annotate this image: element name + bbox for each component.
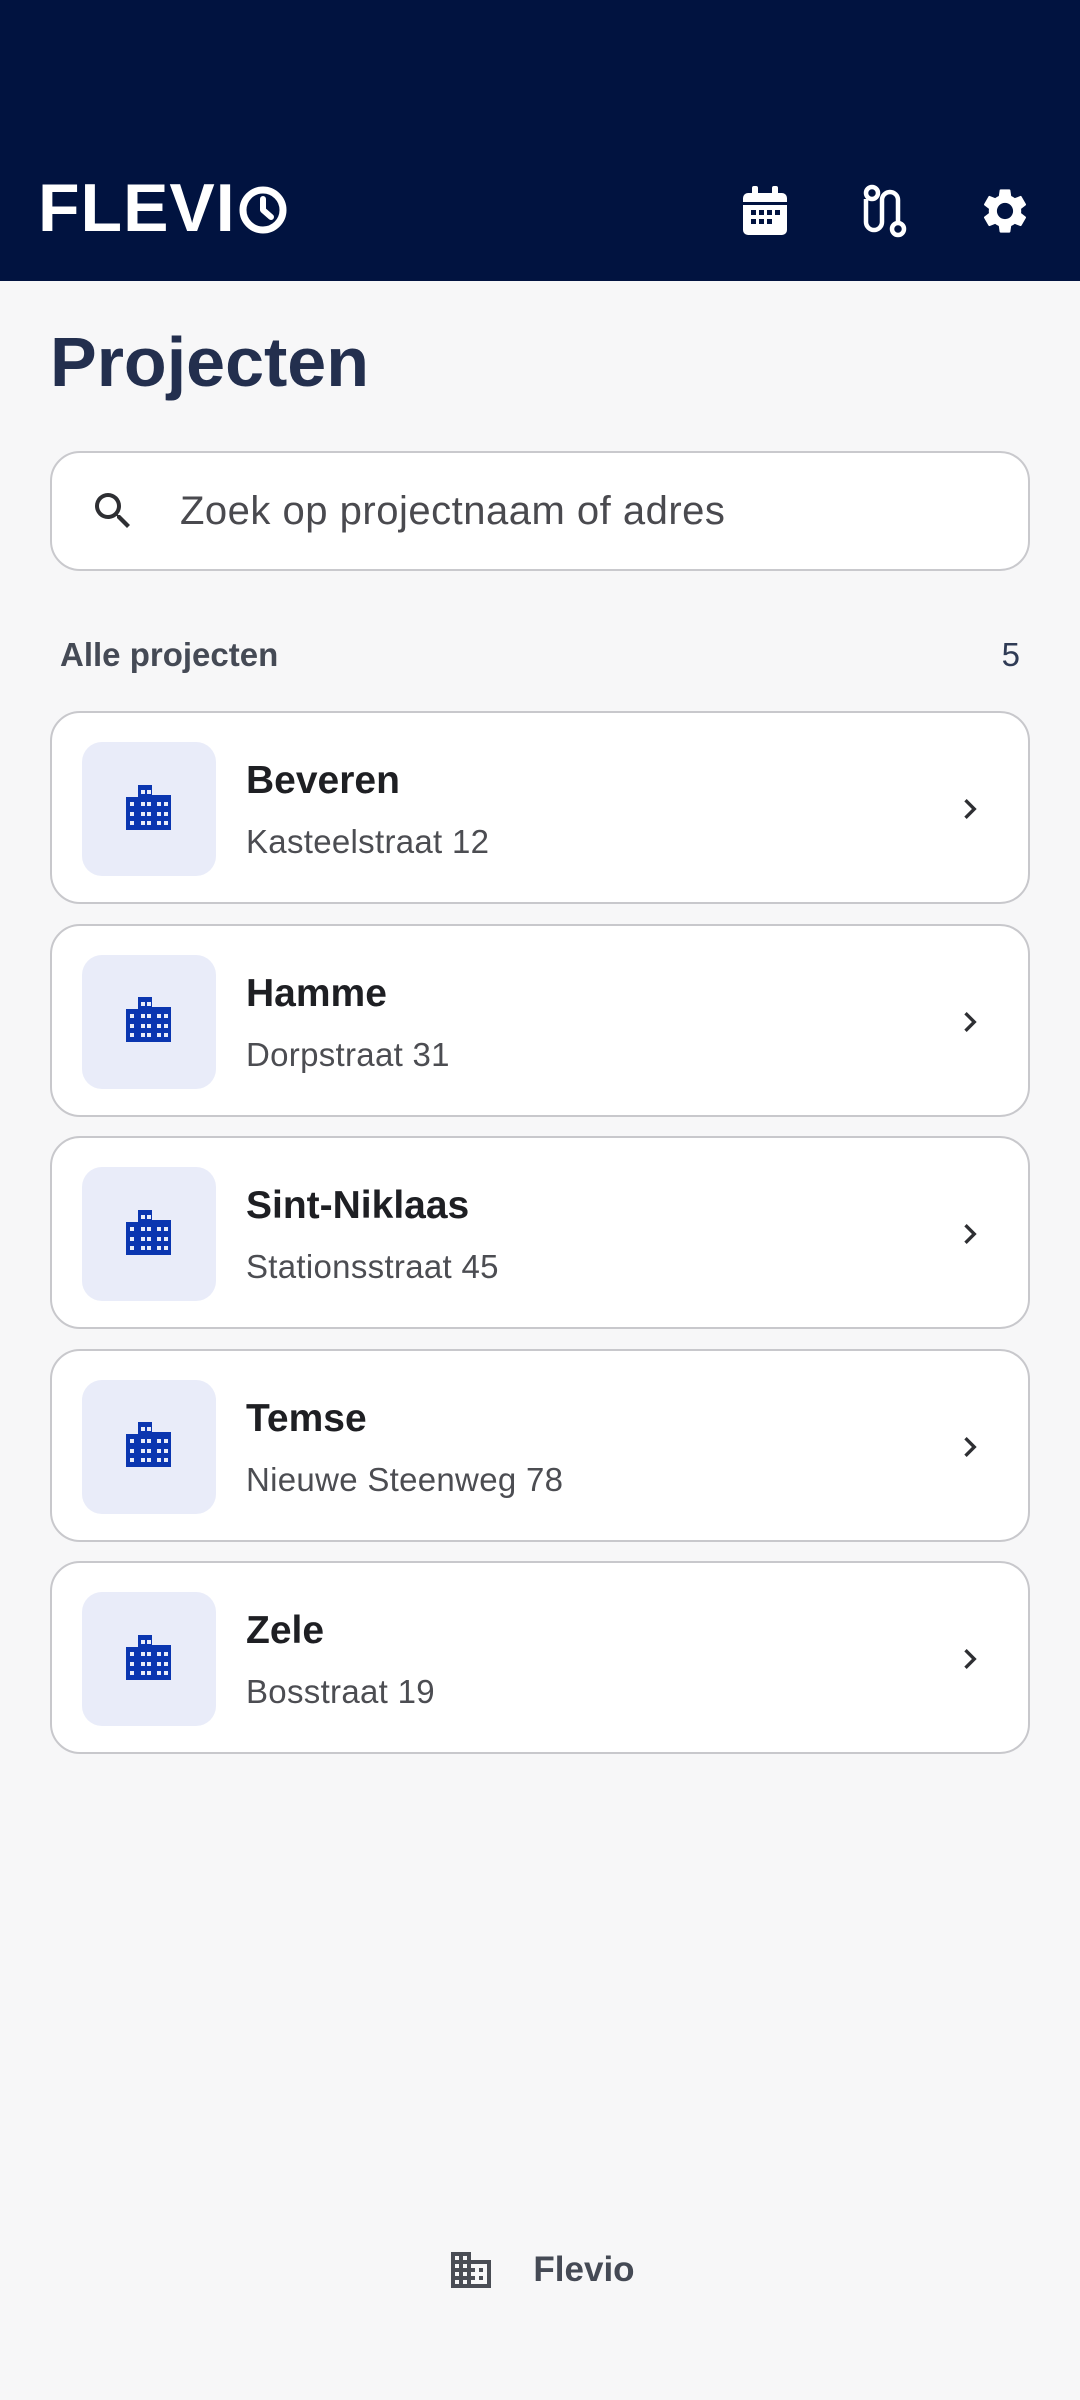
project-name: Beveren <box>246 759 400 802</box>
gear-icon <box>978 184 1032 238</box>
building-icon <box>124 1207 174 1262</box>
app-root: FLEVI Projecten Zoek op projectnaam of a… <box>0 0 1080 2400</box>
chevron-right-icon <box>950 1639 990 1679</box>
project-address: Bosstraat 19 <box>246 1673 435 1710</box>
logo-clock-o <box>238 180 288 236</box>
project-thumbnail <box>82 1592 216 1726</box>
project-thumbnail <box>82 1379 216 1514</box>
project-address: Kasteelstraat 12 <box>246 823 490 860</box>
app-footer: Flevio <box>0 2240 1080 2300</box>
page-title: Projecten <box>50 323 369 401</box>
building-icon <box>124 994 174 1049</box>
app-logo: FLEVI <box>38 170 288 246</box>
app-header: FLEVI <box>0 0 1080 281</box>
project-thumbnail <box>82 1167 216 1301</box>
section-label: Alle projecten <box>60 636 279 673</box>
project-card-beveren[interactable]: Beveren Kasteelstraat 12 <box>50 711 1030 904</box>
project-address: Nieuwe Steenweg 78 <box>246 1460 564 1498</box>
project-list: Beveren Kasteelstraat 12 Hamme Dorpstraa… <box>50 711 1030 1774</box>
calendar-button[interactable] <box>730 178 800 244</box>
footer-label: Flevio <box>533 2250 635 2289</box>
chevron-right-icon <box>950 789 990 829</box>
project-name: Zele <box>246 1609 325 1652</box>
project-name: Hamme <box>246 971 387 1015</box>
project-card-hamme[interactable]: Hamme Dorpstraat 31 <box>50 923 1030 1117</box>
settings-button[interactable] <box>970 178 1040 244</box>
project-count: 5 <box>1001 636 1020 673</box>
calendar-icon <box>740 185 790 237</box>
project-card-zele[interactable]: Zele Bosstraat 19 <box>50 1561 1030 1754</box>
route-icon <box>862 184 908 238</box>
search-icon <box>86 484 140 538</box>
project-card-temse[interactable]: Temse Nieuwe Steenweg 78 <box>50 1348 1030 1542</box>
logo-text: FLEVI <box>38 170 236 246</box>
project-thumbnail <box>82 954 216 1089</box>
project-name: Temse <box>246 1396 367 1440</box>
building-icon <box>124 1419 174 1474</box>
search-input[interactable] <box>180 488 980 534</box>
building-icon <box>124 782 174 837</box>
route-button[interactable] <box>850 178 920 244</box>
project-name: Sint-Niklaas <box>246 1184 470 1227</box>
search-bar[interactable] <box>50 451 1030 571</box>
chevron-right-icon <box>950 1002 990 1042</box>
project-address: Dorpstraat 31 <box>246 1035 450 1073</box>
project-card-sint-niklaas[interactable]: Sint-Niklaas Stationsstraat 45 <box>50 1136 1030 1329</box>
chevron-right-icon <box>950 1427 990 1467</box>
building-icon <box>445 2244 497 2296</box>
project-thumbnail <box>82 742 216 876</box>
project-address: Stationsstraat 45 <box>246 1248 499 1285</box>
building-icon <box>124 1632 174 1687</box>
chevron-right-icon <box>950 1214 990 1254</box>
